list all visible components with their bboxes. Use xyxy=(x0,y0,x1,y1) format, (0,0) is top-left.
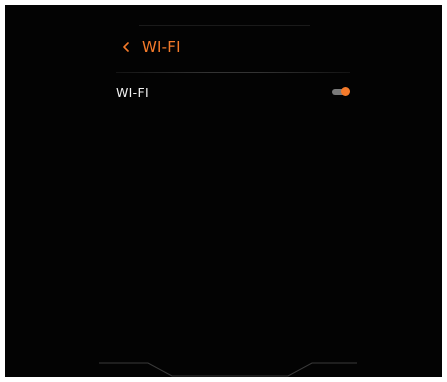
header-divider xyxy=(116,72,350,73)
wifi-setting-row: WI-FI xyxy=(116,81,350,103)
wifi-toggle[interactable] xyxy=(332,87,350,97)
bottom-bezel-frame xyxy=(99,362,357,377)
page-title: WI-FI xyxy=(142,38,181,56)
back-button[interactable]: WI-FI xyxy=(117,34,181,60)
wifi-label: WI-FI xyxy=(116,84,149,100)
toggle-knob xyxy=(341,87,350,96)
device-screen: WI-FI WI-FI xyxy=(5,5,442,377)
top-bezel-line xyxy=(139,25,310,26)
chevron-left-icon xyxy=(123,42,129,52)
